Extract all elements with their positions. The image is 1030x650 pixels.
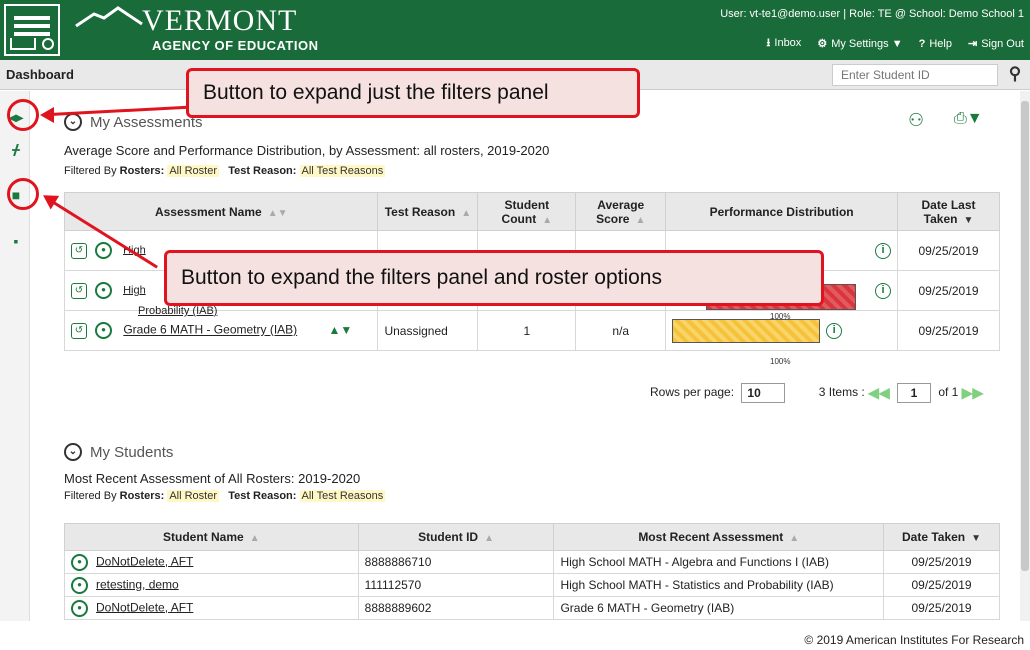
gear-icon: ⚙ <box>817 38 828 50</box>
student-link[interactable]: retesting, demo <box>96 577 179 591</box>
assessments-pager: Rows per page: 10 3 Items : ◀◀ 1 of 1 ▶▶ <box>650 383 983 403</box>
assessment-cell: High School MATH - Statistics and Probab… <box>553 573 885 597</box>
agency-title: AGENCY OF EDUCATION <box>152 38 319 53</box>
reason-cell: Unassigned <box>377 310 479 351</box>
brand-title: VERMONT <box>142 4 298 37</box>
students-filter-line: Filtered By Rosters: All Roster Test Rea… <box>64 490 386 502</box>
footer: © 2019 American Institutes For Research <box>804 633 1024 647</box>
reorder-icon[interactable]: ▲▼ <box>329 323 353 337</box>
table-row: ● retesting, demo 111112570 High School M… <box>64 573 1000 597</box>
help-link[interactable]: ? Help <box>919 38 952 50</box>
student-link[interactable]: DoNotDelete, AFT <box>96 600 193 614</box>
magnifier-icon[interactable]: ● <box>95 282 112 299</box>
assessment-link[interactable]: Grade 6 MATH - Geometry (IAB) <box>123 323 297 337</box>
signout-link[interactable]: ⇥ Sign Out <box>968 37 1024 50</box>
table-row: ● DoNotDelete, AFT 8888889602 Grade 6 MAT… <box>64 596 1000 620</box>
info-icon[interactable]: i <box>826 322 843 339</box>
callout-roster: Button to expand the filters panel and r… <box>164 250 824 306</box>
col-student-id[interactable]: Student ID ▲ <box>357 523 555 551</box>
col-date-last-taken[interactable]: Date Last Taken ▼ <box>897 192 1000 231</box>
assessment-link[interactable]: High <box>123 284 146 296</box>
col-average-score[interactable]: Average Score ▲ <box>575 192 667 231</box>
highlight-expand-filters <box>7 99 39 131</box>
callout-filters: Button to expand just the filters panel <box>186 68 640 118</box>
vermont-logo-icon <box>4 4 60 56</box>
app-header: VERMONT AGENCY OF EDUCATION User: vt-te1… <box>0 0 1030 60</box>
col-date-taken[interactable]: Date Taken ▼ <box>883 523 1000 551</box>
assessment-cell: Grade 6 MATH - Geometry (IAB) <box>553 596 885 620</box>
date-cell: 09/25/2019 <box>883 596 1000 620</box>
student-id-cell: 8888886710 <box>357 550 555 574</box>
magnifier-icon[interactable]: ● <box>71 599 88 617</box>
page-input[interactable]: 1 <box>896 383 931 403</box>
report-icon[interactable]: ↺ <box>71 282 87 299</box>
assessments-filter-line: Filtered By Rosters: All Roster Test Rea… <box>64 165 386 177</box>
page-title: Dashboard <box>6 67 74 82</box>
percent-label: 100% <box>770 312 791 321</box>
date-cell: 09/25/2019 <box>883 550 1000 574</box>
magnifier-icon[interactable]: ● <box>71 576 88 594</box>
callout-filters-arrowhead <box>40 107 54 123</box>
date-cell: 09/25/2019 <box>883 573 1000 597</box>
col-student-count[interactable]: Student Count ▲ <box>477 192 577 231</box>
left-rail: ◂▸ ᚋ ■ ▪ <box>0 91 30 621</box>
highlight-roster-filters <box>7 178 39 210</box>
header-nav: ⭳ Inbox ⚙ My Settings ▼ ? Help ⇥ Sign Out <box>767 34 1024 53</box>
signout-icon: ⇥ <box>967 38 978 50</box>
info-icon[interactable]: i <box>875 242 892 259</box>
magnifier-icon[interactable]: ● <box>95 322 112 339</box>
info-icon[interactable]: i <box>875 282 892 299</box>
assessments-title: My Assessments <box>90 114 203 131</box>
hierarchy-icon[interactable]: ᚋ <box>8 141 24 157</box>
student-id-cell: 111112570 <box>357 573 555 597</box>
page: VERMONT AGENCY OF EDUCATION User: vt-te1… <box>0 0 1030 650</box>
percent-label: 100% <box>770 357 791 366</box>
magnifier-icon[interactable]: ● <box>95 242 112 259</box>
students-title: My Students <box>90 444 174 461</box>
mountain-icon <box>75 6 143 28</box>
vertical-scrollbar[interactable] <box>1020 91 1030 621</box>
student-id-cell: 8888889602 <box>357 596 555 620</box>
inbox-link[interactable]: ⭳ Inbox <box>767 34 802 53</box>
col-assessment-name[interactable]: Assessment Name ▲▼ <box>63 192 379 231</box>
col-performance: Performance Distribution <box>665 192 899 231</box>
table-row: ● DoNotDelete, AFT 8888886710 High School… <box>64 550 1000 574</box>
col-student-name[interactable]: Student Name ▲ <box>64 523 359 551</box>
collapse-assessments-icon[interactable]: ⌄ <box>64 113 82 131</box>
performance-bar[interactable] <box>672 318 821 343</box>
report-icon[interactable]: ↺ <box>71 322 87 339</box>
download-icon: ⭳ <box>766 37 771 49</box>
print-menu-icon[interactable]: ⎙▼ <box>954 110 983 128</box>
user-info: User: vt-te1@demo.user | Role: TE @ Scho… <box>720 8 1024 20</box>
students-table: Student Name ▲ Student ID ▲ Most Recent As… <box>64 523 1000 620</box>
search-icon[interactable]: ⚲ <box>1004 64 1026 86</box>
prev-page-icon[interactable]: ◀◀ <box>868 385 890 401</box>
assessment-link-cont[interactable]: Probability (IAB) <box>138 305 217 317</box>
rows-per-page-input[interactable]: 10 <box>741 383 786 403</box>
assessment-cell: High School MATH - Algebra and Functions… <box>553 550 885 574</box>
next-page-icon[interactable]: ▶▶ <box>962 385 984 401</box>
col-test-reason[interactable]: Test Reason ▲ <box>377 192 479 231</box>
assessments-subtitle: Average Score and Performance Distributi… <box>64 143 550 158</box>
report-icon[interactable]: ↺ <box>71 242 87 259</box>
note-icon[interactable]: ▪ <box>8 233 24 249</box>
collapse-students-icon[interactable]: ⌄ <box>64 443 82 461</box>
help-icon: ? <box>918 37 926 50</box>
settings-link[interactable]: ⚙ My Settings ▼ <box>817 37 902 50</box>
students-group-icon[interactable]: ⚇ <box>908 110 924 131</box>
col-most-recent[interactable]: Most Recent Assessment ▲ <box>553 523 885 551</box>
magnifier-icon[interactable]: ● <box>71 553 88 571</box>
date-cell: 09/25/2019 <box>897 270 1000 311</box>
score-cell: n/a <box>575 310 667 351</box>
student-link[interactable]: DoNotDelete, AFT <box>96 554 193 568</box>
date-cell: 09/25/2019 <box>897 230 1000 271</box>
students-subtitle: Most Recent Assessment of All Rosters: 2… <box>64 471 361 486</box>
count-cell: 1 <box>477 310 577 351</box>
date-cell: 09/25/2019 <box>897 310 1000 351</box>
student-id-input[interactable] <box>832 64 998 86</box>
